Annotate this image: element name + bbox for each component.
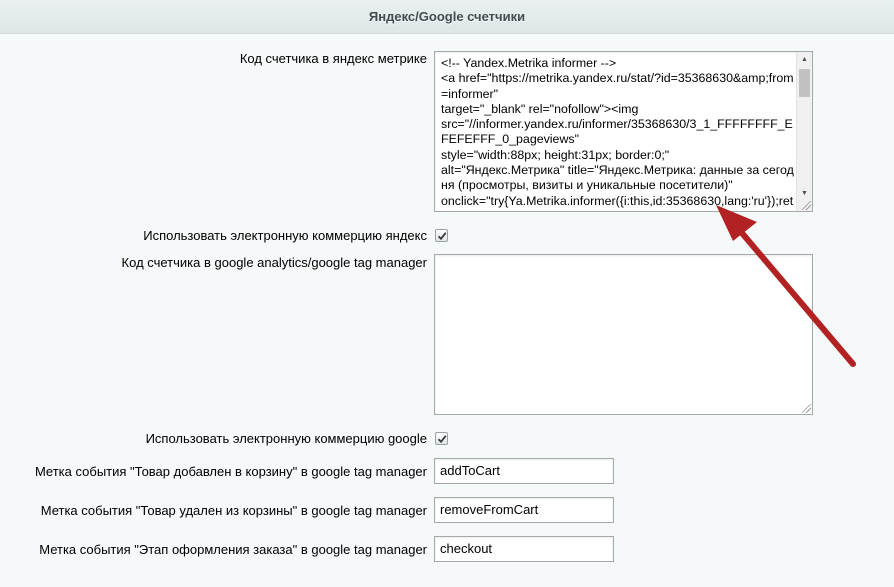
- remove-from-cart-input[interactable]: removeFromCart: [434, 497, 614, 523]
- google-ecommerce-label: Использовать электронную коммерцию googl…: [145, 431, 427, 446]
- checkout-label: Метка события "Этап оформления заказа" в…: [39, 542, 427, 557]
- add-to-cart-label: Метка события "Товар добавлен в корзину"…: [34, 464, 427, 479]
- scroll-down-icon[interactable]: ▼: [797, 186, 812, 202]
- add-to-cart-input[interactable]: addToCart: [434, 458, 614, 484]
- resize-grip-icon[interactable]: [802, 404, 811, 413]
- checkout-input[interactable]: checkout: [434, 536, 614, 562]
- google-code-textarea[interactable]: [434, 254, 813, 415]
- yandex-code-scrollbar[interactable]: ▲ ▼: [796, 52, 812, 211]
- scroll-thumb[interactable]: [799, 69, 810, 97]
- remove-from-cart-label: Метка события "Товар удален из корзины" …: [40, 503, 427, 518]
- section-title: Яндекс/Google счетчики: [0, 0, 894, 34]
- yandex-code-text: <!-- Yandex.Metrika informer --> <a href…: [441, 56, 794, 211]
- yandex-ecommerce-checkbox[interactable]: [435, 229, 448, 242]
- resize-grip-icon[interactable]: [802, 201, 811, 210]
- yandex-ecommerce-label: Использовать электронную коммерцию яндек…: [143, 228, 427, 243]
- yandex-code-label: Код счетчика в яндекс метрике: [239, 51, 427, 66]
- yandex-code-textarea[interactable]: <!-- Yandex.Metrika informer --> <a href…: [434, 51, 813, 212]
- checkmark-icon: [437, 435, 447, 444]
- google-code-label: Код счетчика в google analytics/google t…: [121, 255, 427, 270]
- scroll-up-icon[interactable]: ▲: [797, 52, 812, 68]
- google-ecommerce-checkbox[interactable]: [435, 432, 448, 445]
- checkmark-icon: [437, 232, 447, 241]
